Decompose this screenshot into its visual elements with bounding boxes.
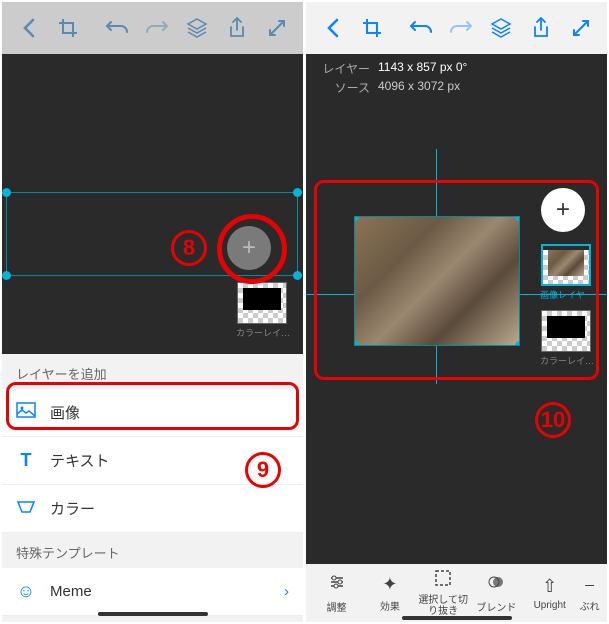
top-toolbar (2, 2, 303, 54)
menu-item-image-label: 画像 (50, 402, 80, 423)
tool-select-crop[interactable]: 選択して切り抜き (417, 569, 470, 617)
select-crop-icon (434, 569, 452, 592)
expand-icon[interactable] (259, 10, 295, 46)
canvas[interactable]: + カラーレイ… 8 (2, 54, 303, 354)
color-layer-thumb[interactable] (541, 310, 591, 352)
redo-icon[interactable] (139, 10, 175, 46)
tool-adjust[interactable]: 調整 (310, 573, 363, 614)
image-layer-thumb-label: 画像レイヤー (537, 288, 597, 301)
top-toolbar (306, 2, 607, 54)
tool-effect[interactable]: ✦効果 (363, 574, 416, 613)
chevron-right-icon: › (284, 583, 289, 600)
menu-item-text-label: テキスト (50, 450, 110, 471)
handle-tl[interactable] (2, 188, 11, 197)
handle-br[interactable] (293, 271, 302, 280)
color-layer-thumb[interactable] (237, 282, 287, 324)
canvas[interactable]: レイヤー 1143 x 857 px 0° ソース 4096 x 3072 px +… (306, 54, 607, 564)
menu-item-text[interactable]: T テキスト (2, 437, 303, 485)
menu-header-add-layer: レイヤーを追加 (2, 354, 303, 389)
bottom-toolbar: 調整 ✦効果 選択して切り抜き ブレンド ⇧Upright ⎯ぶれ (306, 564, 607, 622)
add-layer-menu: レイヤーを追加 画像 T テキスト カラー 特殊テンプレート ☺ Meme › … (2, 354, 303, 622)
meme-icon: ☺ (16, 581, 36, 602)
color-layer-thumb-label: カラーレイ… (233, 326, 293, 339)
redo-icon[interactable] (443, 10, 479, 46)
crop-icon[interactable] (50, 10, 86, 46)
undo-icon[interactable] (403, 10, 439, 46)
color-icon (16, 498, 36, 519)
menu-item-image[interactable]: 画像 (2, 389, 303, 437)
add-layer-button[interactable]: + (227, 226, 271, 270)
handle-tr[interactable] (293, 188, 302, 197)
menu-header-template: 特殊テンプレート (2, 533, 303, 568)
image-layer-frame[interactable] (354, 216, 520, 346)
adjust-icon (328, 573, 346, 596)
tool-blend[interactable]: ブレンド (470, 573, 523, 614)
layer-info-label: レイヤー (320, 60, 370, 77)
blend-icon (487, 573, 505, 596)
handle-br[interactable] (515, 341, 520, 346)
layers-icon[interactable] (483, 10, 519, 46)
source-info-label: ソース (320, 79, 370, 96)
left-screen: + カラーレイ… 8 レイヤーを追加 画像 T テキスト カラー 特殊テンプレー… (2, 2, 303, 622)
effect-icon: ✦ (382, 574, 397, 595)
crop-icon[interactable] (354, 10, 390, 46)
image-icon (16, 402, 36, 423)
home-indicator (98, 612, 208, 616)
text-icon: T (16, 450, 36, 471)
tool-upright[interactable]: ⇧Upright (523, 576, 576, 611)
menu-item-color-label: カラー (50, 498, 95, 519)
menu-item-color[interactable]: カラー (2, 485, 303, 533)
color-layer-thumb-label: カラーレイ… (537, 354, 597, 367)
back-icon[interactable] (314, 10, 350, 46)
handle-bl[interactable] (2, 271, 11, 280)
upright-icon: ⇧ (542, 576, 557, 597)
image-layer-thumb[interactable] (541, 244, 591, 286)
menu-item-meme-label: Meme (50, 583, 92, 600)
source-dims: 4096 x 3072 px (378, 79, 460, 96)
add-layer-button[interactable]: + (541, 188, 585, 232)
expand-icon[interactable] (563, 10, 599, 46)
layer-dims: 1143 x 857 px 0° (378, 60, 467, 77)
layers-icon[interactable] (179, 10, 215, 46)
cat-image (355, 217, 519, 345)
blur-icon: ⎯ (585, 574, 594, 595)
share-icon[interactable] (219, 10, 255, 46)
undo-icon[interactable] (99, 10, 135, 46)
home-indicator (402, 616, 512, 620)
right-screen: レイヤー 1143 x 857 px 0° ソース 4096 x 3072 px +… (306, 2, 607, 622)
annotation-badge-10: 10 (535, 402, 571, 438)
canvas-info: レイヤー 1143 x 857 px 0° ソース 4096 x 3072 px (320, 60, 467, 98)
back-icon[interactable] (10, 10, 46, 46)
tool-blur[interactable]: ⎯ぶれ (576, 574, 603, 613)
menu-item-meme[interactable]: ☺ Meme › (2, 568, 303, 616)
share-icon[interactable] (523, 10, 559, 46)
